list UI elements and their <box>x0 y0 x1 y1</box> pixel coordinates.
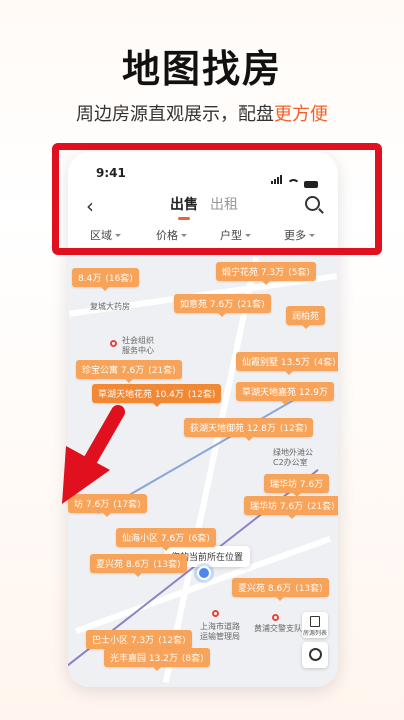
red-arrow-icon <box>62 405 125 504</box>
